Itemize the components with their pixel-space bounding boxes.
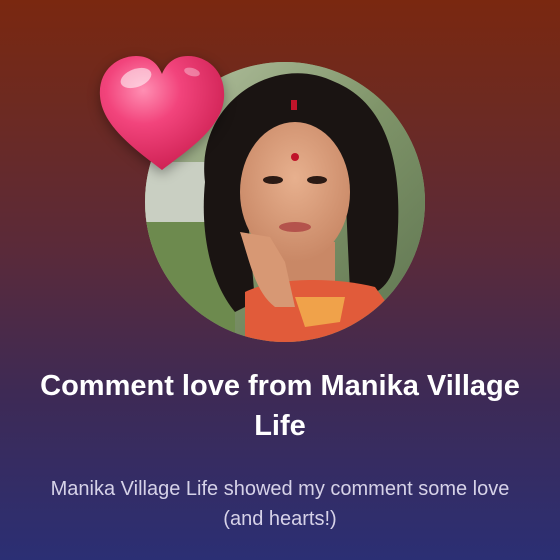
notification-message: Manika Village Life showed my comment so… [50, 478, 510, 530]
comment-love-card: Comment love from Manika Village Life Ma… [0, 0, 560, 560]
notification-title: Comment love from Manika Village Life [40, 370, 520, 442]
heart-icon [96, 52, 228, 176]
